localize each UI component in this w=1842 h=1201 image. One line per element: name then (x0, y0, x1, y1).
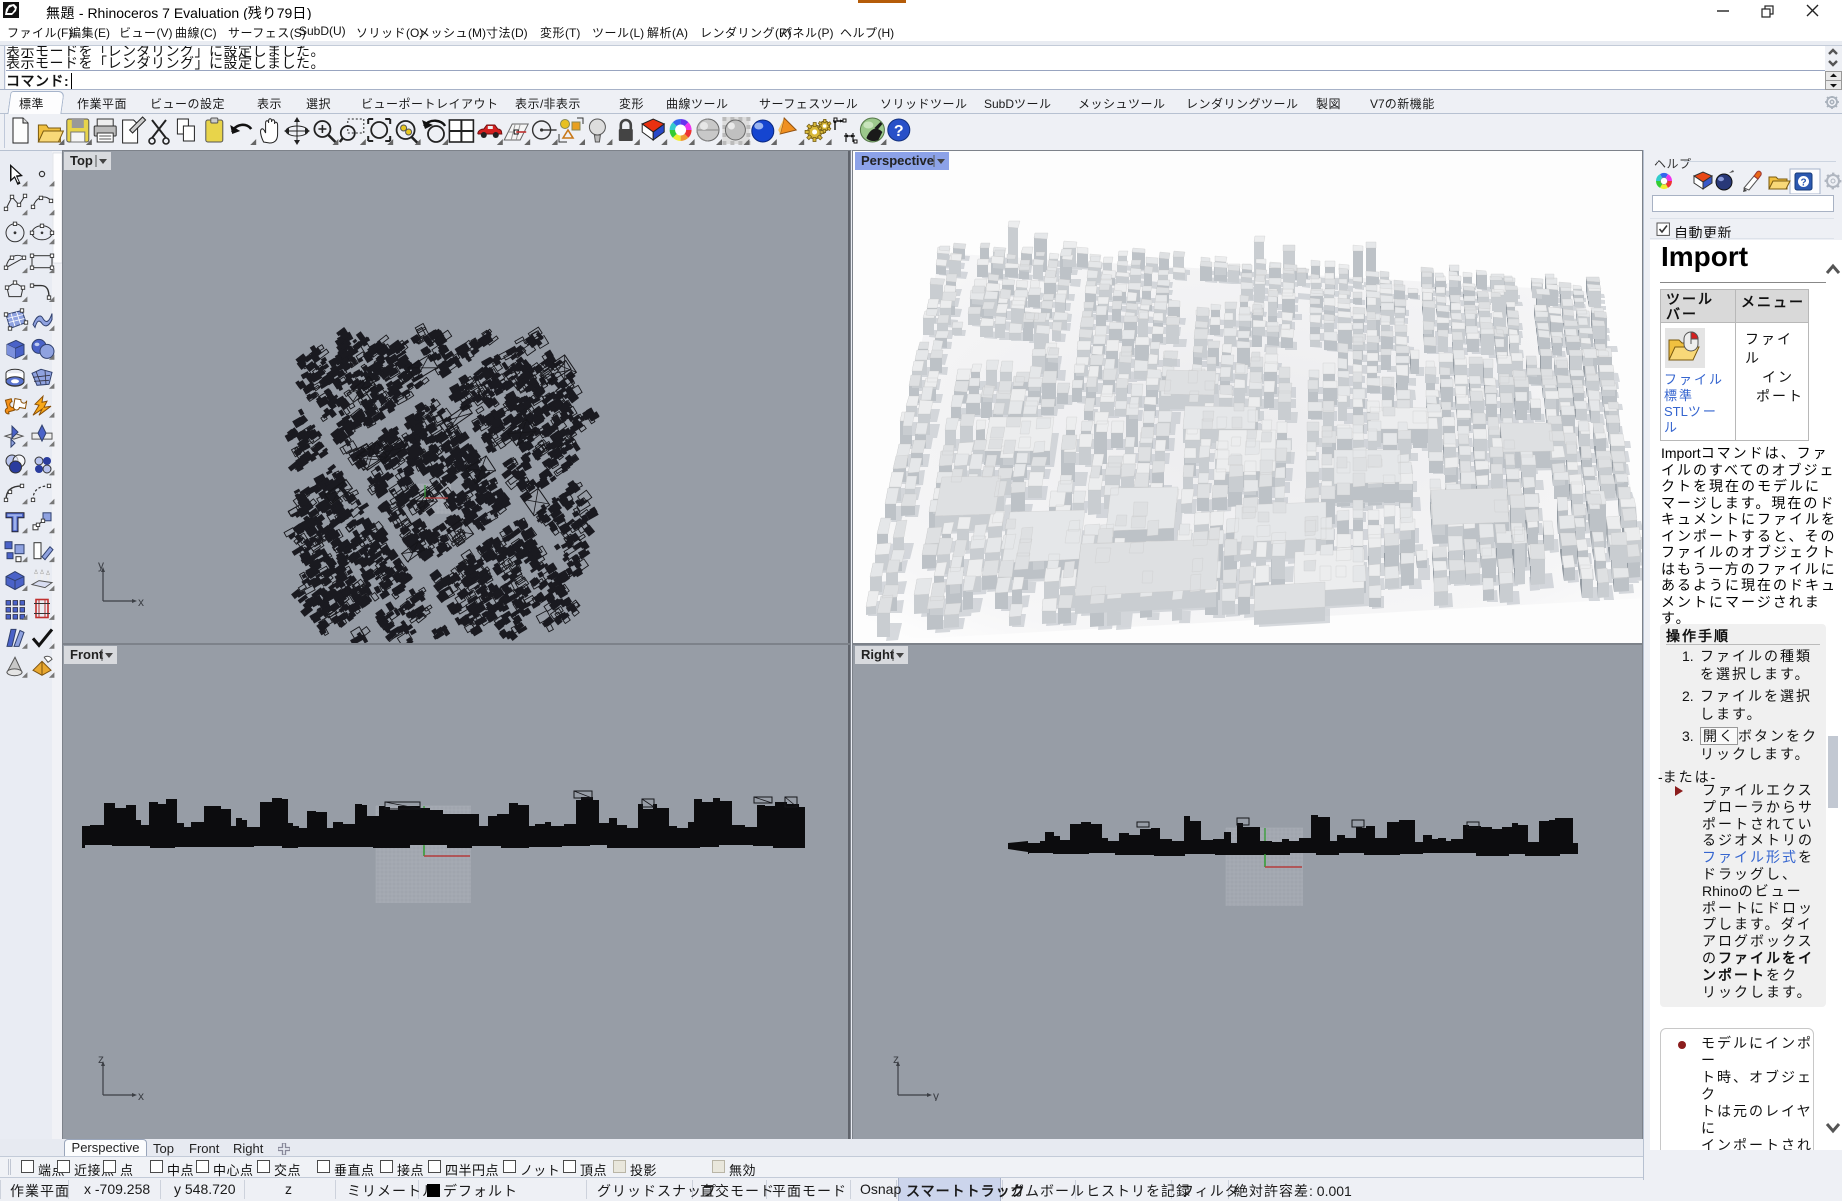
svg-text:z: z (893, 1055, 899, 1066)
svg-text:?: ? (894, 123, 904, 140)
svg-text:?: ? (1800, 178, 1806, 189)
svg-text:x: x (138, 1089, 144, 1101)
svg-text:y: y (933, 1089, 939, 1101)
svg-text:z: z (98, 1055, 104, 1066)
svg-text:y: y (98, 561, 104, 572)
svg-text:x: x (138, 595, 144, 607)
